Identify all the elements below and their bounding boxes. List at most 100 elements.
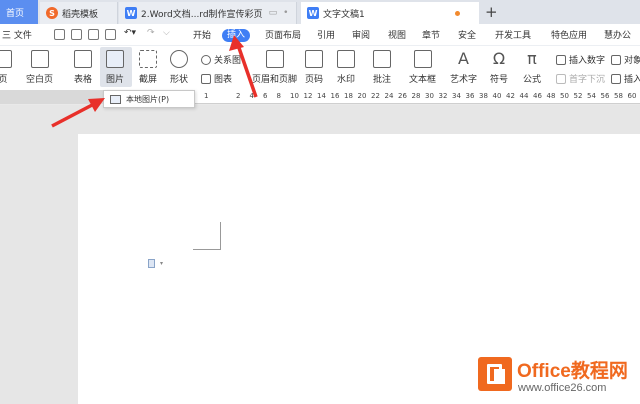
menu-view[interactable]: 视图 (388, 28, 406, 41)
tab-home-label: 首页 (6, 8, 25, 19)
omega-icon: Ω (490, 50, 508, 68)
tab-word-doc[interactable]: W 2.Word文档...rd制作宣传彩页 ▭ • (119, 2, 297, 24)
menu-review[interactable]: 审阅 (352, 28, 370, 41)
insert-link-icon (611, 73, 621, 84)
paste-options-icon[interactable] (148, 259, 155, 268)
insert-number-label: 插入数字 (569, 56, 606, 66)
monitor-icon[interactable]: ▭ (269, 8, 278, 18)
ruler-tick: 1 (204, 92, 209, 100)
ribbon-toolbar: 页 空白页 表格 图片 截屏 形状 关系图 图表 页眉和页脚 页码 水印 批注 … (0, 46, 640, 90)
page-number-button[interactable]: 页码 (305, 50, 323, 85)
pi-icon: π (523, 50, 541, 68)
menu-layout[interactable]: 页面布局 (265, 28, 301, 41)
shape-button[interactable]: 形状 (170, 50, 188, 85)
ruler-tick: 60 (627, 92, 637, 100)
picture-button[interactable]: 图片 (106, 50, 124, 85)
word-doc-icon: W (307, 7, 319, 19)
ruler-tick: 36 (465, 92, 475, 100)
redo-icon[interactable]: ↷ (147, 28, 155, 38)
page-button[interactable]: 页 (0, 50, 12, 85)
blank-page-button[interactable]: 空白页 (26, 50, 53, 85)
preview-icon[interactable] (105, 29, 116, 40)
more-arrow-icon[interactable]: ⌵ (163, 28, 170, 38)
watermark-icon (337, 50, 355, 68)
menu-start[interactable]: 开始 (193, 28, 211, 41)
local-picture-item[interactable]: 本地图片(P) (126, 94, 169, 105)
ruler-tick: 28 (411, 92, 421, 100)
page-number-label: 页码 (305, 75, 324, 85)
ruler-tick: 14 (317, 92, 326, 100)
page-icon (0, 50, 12, 68)
ruler-tick: 38 (479, 92, 488, 100)
comment-button[interactable]: 批注 (373, 50, 391, 85)
drop-cap-icon (556, 73, 566, 84)
object-label: 对象 (624, 56, 640, 66)
tab-current-doc[interactable]: W 文字文稿1 (301, 2, 479, 24)
blank-page-label: 空白页 (26, 75, 54, 85)
ruler-tick: 42 (506, 92, 515, 100)
insert-right-button[interactable]: 插入 (611, 72, 640, 85)
tab-close-dot-icon[interactable]: • (283, 8, 288, 18)
menu-references[interactable]: 引用 (317, 28, 335, 41)
print-icon[interactable] (88, 29, 99, 40)
insert-number-icon (556, 54, 566, 65)
ruler-tick: 56 (600, 92, 610, 100)
menu-features[interactable]: 特色应用 (551, 28, 587, 41)
drop-cap-label: 首字下沉 (569, 75, 606, 85)
formula-button[interactable]: π 公式 (523, 50, 541, 85)
tab-current-doc-label: 文字文稿1 (323, 9, 365, 20)
menu-security[interactable]: 安全 (458, 28, 476, 41)
table-button[interactable]: 表格 (74, 50, 92, 85)
screenshot-button[interactable]: 截屏 (139, 50, 157, 85)
tab-home[interactable]: 首页 (0, 0, 38, 24)
ruler-tick: 58 (614, 92, 623, 100)
wordart-button[interactable]: A 艺术字 (450, 50, 478, 86)
ruler-tick: 26 (398, 92, 407, 100)
menu-chapter[interactable]: 章节 (422, 28, 440, 41)
insert-number-button[interactable]: 插入数字 (556, 53, 605, 66)
office26-logo (478, 357, 512, 391)
word-doc-icon: W (125, 7, 137, 19)
ruler-tick: 44 (519, 92, 529, 100)
tab-template[interactable]: S 稻壳模板 (40, 2, 118, 24)
ruler-tick: 34 (452, 92, 461, 100)
watermark-button[interactable]: 水印 (337, 50, 355, 85)
wordart-label: 艺术字 (450, 75, 478, 85)
screenshot-icon (139, 50, 157, 68)
ruler-tick: 40 (492, 92, 502, 100)
screenshot-label: 截屏 (139, 75, 158, 85)
table-label: 表格 (74, 75, 93, 85)
comment-icon (373, 50, 391, 68)
undo-icon[interactable]: ↶▾ (124, 28, 136, 38)
tab-word-doc-label: 2.Word文档...rd制作宣传彩页 (141, 9, 263, 20)
ruler-tick: 22 (371, 92, 380, 100)
ruler-tick: 12 (303, 92, 313, 100)
export-icon[interactable] (71, 29, 82, 40)
chart-icon (201, 73, 211, 84)
menu-row: 三 文件 ↶▾ ↷ ⌵ 开始 插入 页面布局 引用 审阅 视图 章节 安全 开发… (0, 24, 640, 46)
shape-label: 形状 (170, 75, 189, 85)
file-menu[interactable]: 三 文件 (2, 28, 32, 41)
menu-office[interactable]: 慧办公 (604, 28, 631, 41)
ruler-tick: 30 (425, 92, 434, 100)
red-arrow-insert (229, 35, 258, 98)
symbol-button[interactable]: Ω 符号 (490, 50, 508, 85)
ruler-tick: 48 (546, 92, 556, 100)
comment-label: 批注 (373, 75, 392, 85)
red-arrow-local-picture (51, 98, 105, 128)
ruler-tick: 46 (533, 92, 542, 100)
tab-bar: 首页 S 稻壳模板 W 2.Word文档...rd制作宣传彩页 ▭ • W 文字… (0, 0, 640, 24)
object-button[interactable]: 对象 (611, 53, 640, 66)
menu-developer[interactable]: 开发工具 (495, 28, 531, 41)
drop-cap-button[interactable]: 首字下沉 (556, 72, 605, 85)
new-tab-plus-icon[interactable]: + (485, 3, 498, 21)
ruler-tick: 24 (384, 92, 394, 100)
ruler-tick: 52 (573, 92, 583, 100)
save-icon[interactable] (54, 29, 65, 40)
symbol-label: 符号 (490, 75, 509, 85)
ruler-tick: 10 (290, 92, 299, 100)
paste-dropdown-icon[interactable]: ▾ (160, 260, 163, 267)
ruler-tick: 8 (276, 92, 281, 100)
textbox-icon (413, 50, 432, 68)
textbox-button[interactable]: 文本框 (409, 50, 436, 85)
